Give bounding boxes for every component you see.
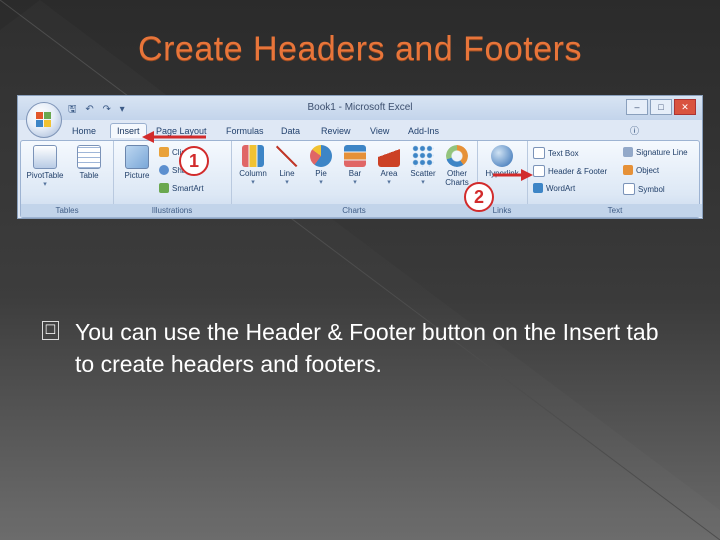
pivottable-button[interactable]: PivotTable ▾ — [23, 145, 67, 188]
slide-title: Create Headers and Footers — [138, 30, 582, 68]
window-controls: – □ ✕ — [626, 99, 696, 115]
header-footer-icon — [533, 165, 545, 177]
line-label: Line — [279, 169, 295, 178]
text-box-button[interactable]: Text Box — [533, 147, 579, 159]
picture-icon — [125, 145, 149, 169]
symbol-icon — [623, 183, 635, 195]
symbol-button[interactable]: Symbol — [623, 183, 665, 195]
smartart-label: SmartArt — [172, 183, 204, 193]
bar-chart-icon — [344, 145, 366, 167]
header-footer-button[interactable]: Header & Footer — [533, 165, 607, 177]
table-button[interactable]: Table — [67, 145, 111, 180]
shapes-icon — [159, 165, 169, 175]
tab-formulas[interactable]: Formulas — [226, 126, 264, 136]
callout-2: 2 — [464, 182, 494, 212]
smartart-button[interactable]: SmartArt — [159, 183, 204, 193]
close-button[interactable]: ✕ — [674, 99, 696, 115]
help-icon[interactable]: ⓘ — [630, 124, 639, 137]
picture-button[interactable]: Picture — [115, 145, 159, 180]
excel-ribbon-screenshot: 🖫 ↶ ↷ ▾ Book1 - Microsoft Excel – □ ✕ Ho… — [17, 95, 703, 219]
group-text: Text Box Header & Footer WordArt Signatu… — [527, 141, 702, 217]
office-button[interactable] — [26, 102, 62, 138]
object-label: Object — [636, 165, 660, 175]
column-chart-icon — [242, 145, 264, 167]
clip-art-icon — [159, 147, 169, 157]
minimize-button[interactable]: – — [626, 99, 648, 115]
tab-review[interactable]: Review — [321, 126, 351, 136]
text-box-label: Text Box — [548, 148, 579, 158]
bullet-point: ☐ You can use the Header & Footer button… — [42, 316, 684, 380]
tab-view[interactable]: View — [370, 126, 389, 136]
wordart-label: WordArt — [546, 183, 576, 193]
text-box-icon — [533, 147, 545, 159]
other-charts-icon — [446, 145, 468, 167]
picture-label: Picture — [124, 171, 150, 180]
column-label: Column — [239, 169, 267, 178]
excel-title-bar: 🖫 ↶ ↷ ▾ Book1 - Microsoft Excel – □ ✕ — [18, 96, 702, 120]
bullet-text: You can use the Header & Footer button o… — [75, 319, 659, 377]
table-label: Table — [79, 171, 99, 180]
signature-line-icon — [623, 147, 633, 157]
office-logo-icon — [36, 112, 52, 128]
smartart-icon — [159, 183, 169, 193]
pie-label: Pie — [315, 169, 327, 178]
wordart-icon — [533, 183, 543, 193]
group-label-charts: Charts — [231, 204, 477, 217]
object-icon — [623, 165, 633, 175]
pivottable-icon — [33, 145, 57, 169]
ribbon-tabs: Home Insert Page Layout Formulas Data Re… — [18, 122, 702, 140]
tab-home[interactable]: Home — [72, 126, 96, 136]
wordart-button[interactable]: WordArt — [533, 183, 575, 193]
pivottable-label: PivotTable — [26, 171, 64, 180]
tab-data[interactable]: Data — [281, 126, 300, 136]
group-charts: Column ▾ Line ▾ Pie ▾ Bar ▾ Area ▾ Scatter ▾ — [231, 141, 478, 217]
tab-add-ins[interactable]: Add-Ins — [408, 126, 439, 136]
group-illustrations: Picture Clip Art Shapes SmartArt Illustr… — [113, 141, 232, 217]
signature-line-label: Signature Line — [636, 147, 688, 157]
other-charts-label: Other Charts — [445, 169, 469, 187]
object-button[interactable]: Object — [623, 165, 659, 175]
scatter-chart-icon — [412, 145, 434, 167]
bar-label: Bar — [348, 169, 362, 178]
callout-2-arrow — [493, 169, 533, 181]
background-diagonal — [0, 0, 720, 540]
scatter-label: Scatter — [410, 169, 436, 178]
group-tables: PivotTable ▾ Table Tables — [21, 141, 114, 217]
bullet-marker: ☐ — [42, 321, 59, 340]
area-label: Area — [380, 169, 398, 178]
signature-line-button[interactable]: Signature Line — [623, 147, 688, 157]
window-title: Book1 - Microsoft Excel — [307, 102, 413, 113]
group-label-illustrations: Illustrations — [113, 204, 231, 217]
hyperlink-globe-icon — [491, 145, 513, 167]
pie-chart-icon — [310, 145, 332, 167]
symbol-label: Symbol — [638, 184, 665, 194]
header-footer-label: Header & Footer — [548, 166, 608, 176]
callout-1-arrow — [142, 131, 206, 143]
table-icon — [77, 145, 101, 169]
line-chart-icon — [276, 145, 298, 167]
group-label-text: Text — [527, 204, 702, 217]
restore-button[interactable]: □ — [650, 99, 672, 115]
other-charts-button[interactable]: Other Charts — [435, 145, 479, 187]
ribbon-panel: PivotTable ▾ Table Tables Picture Clip A… — [20, 140, 702, 218]
group-label-tables: Tables — [21, 204, 113, 217]
callout-1: 1 — [179, 146, 209, 176]
area-chart-icon — [378, 145, 400, 167]
